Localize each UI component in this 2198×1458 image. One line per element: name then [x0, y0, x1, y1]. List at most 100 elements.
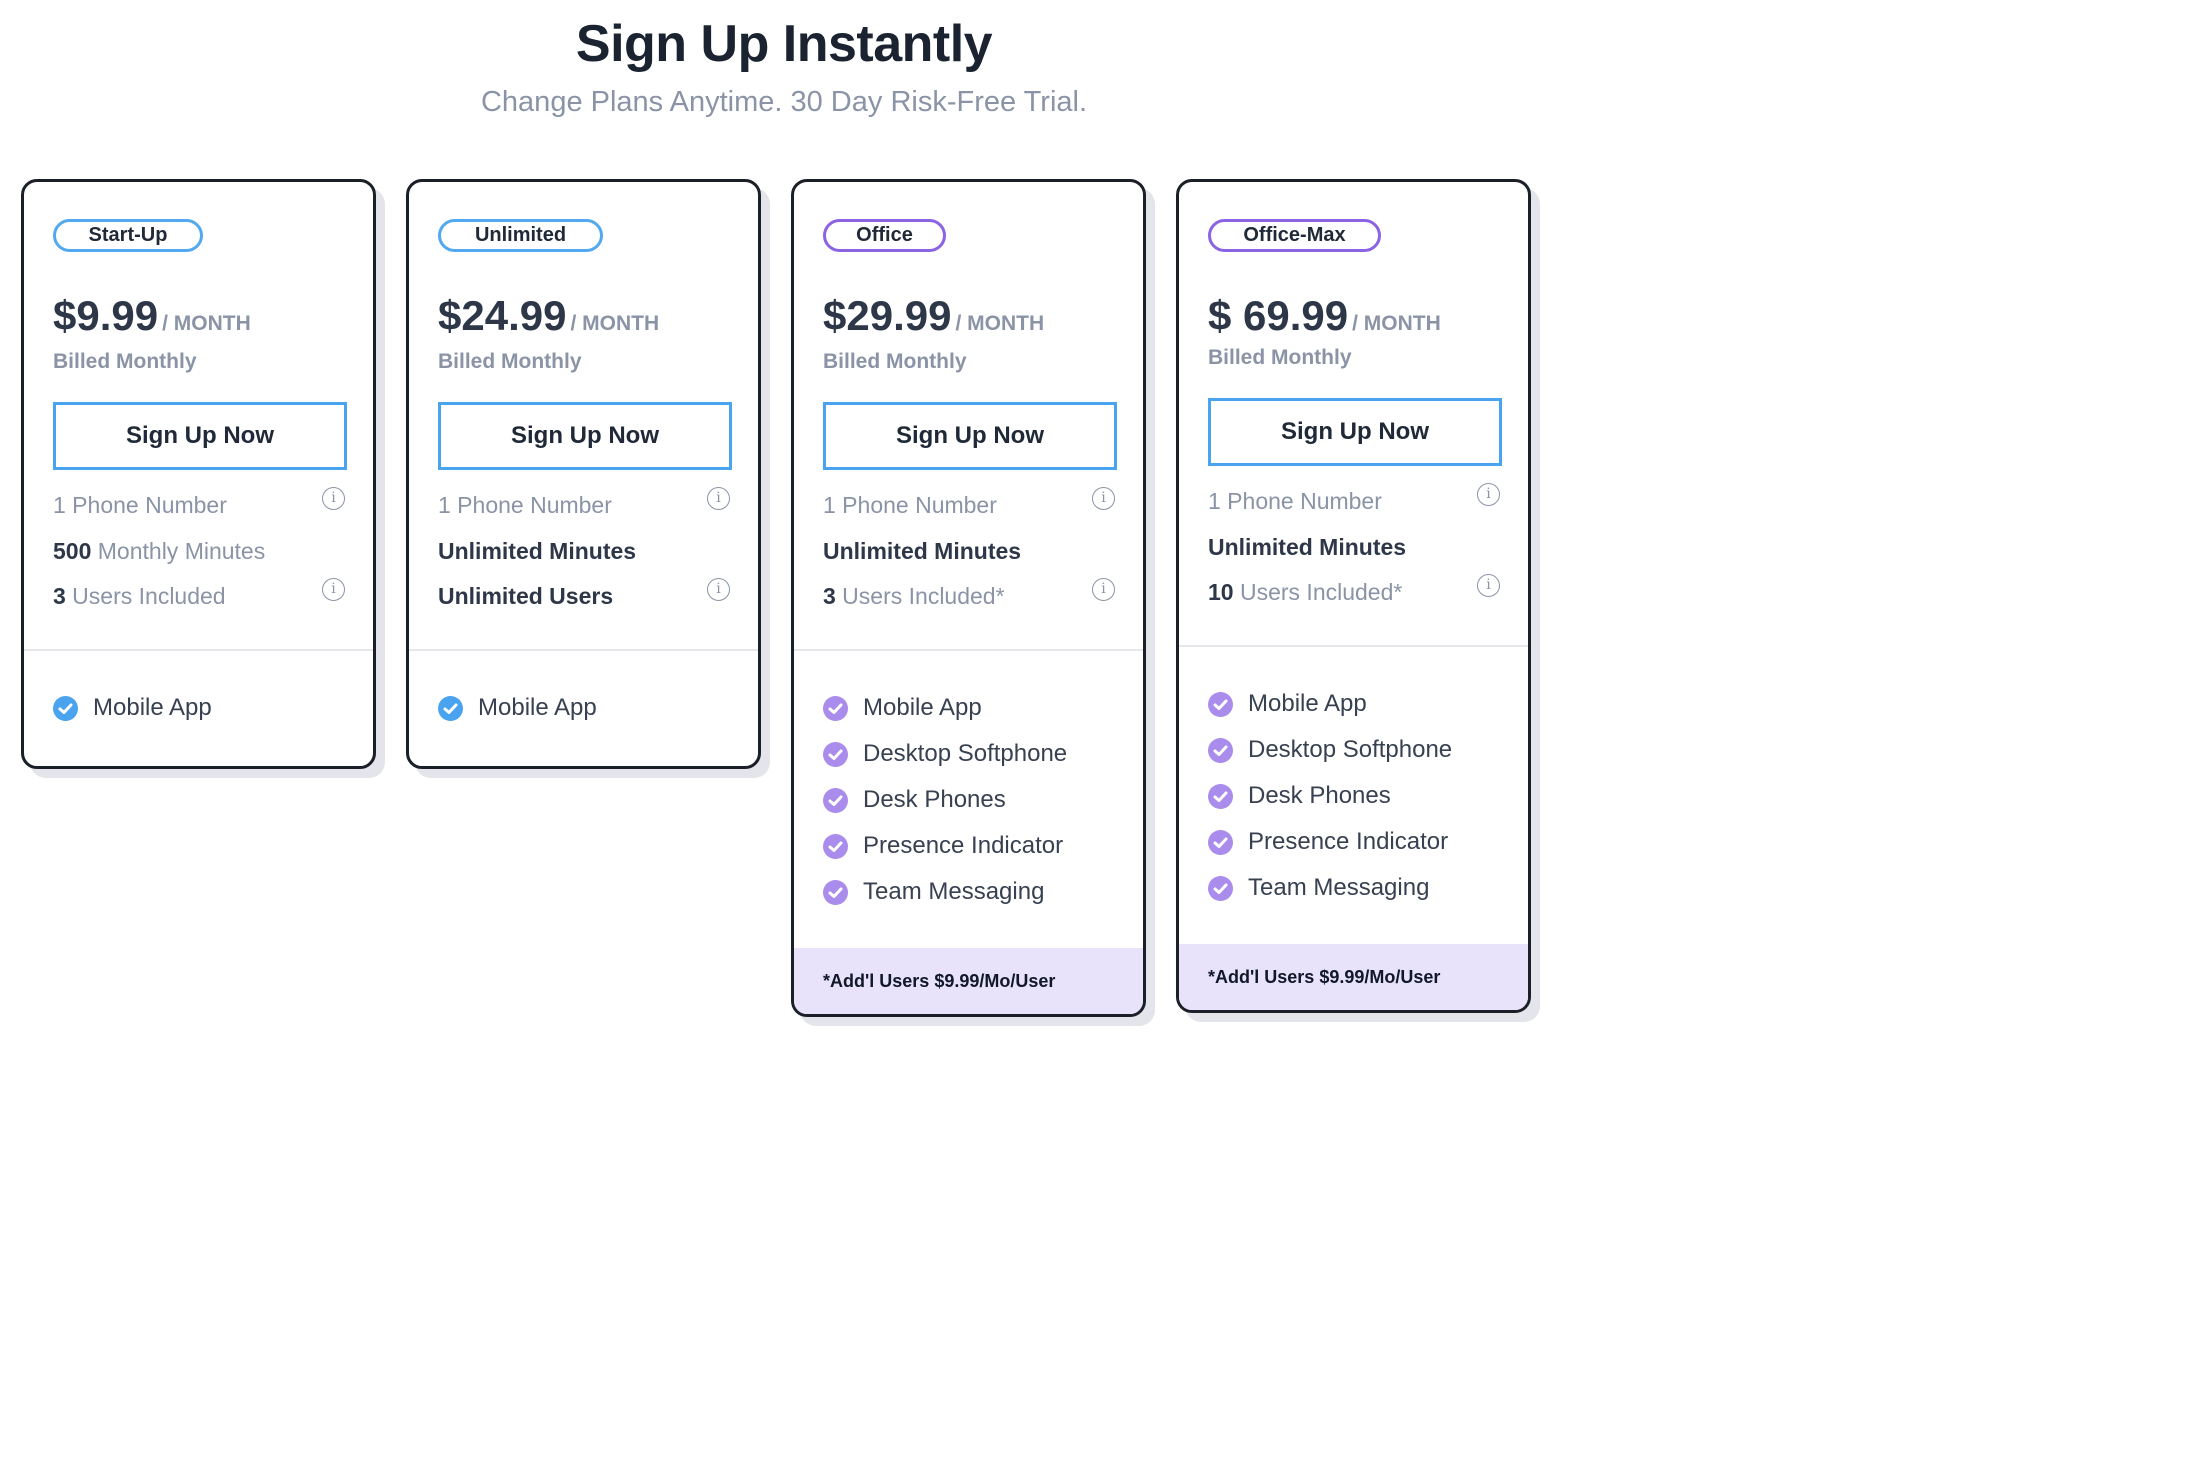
users-feature: Unlimited Users: [438, 583, 614, 609]
check-circle-icon: [1208, 783, 1233, 809]
minutes-value: 500: [53, 538, 92, 564]
minutes-feature: Unlimited Minutes: [1208, 534, 1407, 560]
feature-item: Desk Phones: [823, 777, 1067, 823]
info-icon[interactable]: i: [707, 578, 730, 601]
check-circle-icon: [1208, 691, 1233, 717]
users-feature: 3 Users Included*: [823, 583, 1005, 610]
users-feature: 10 Users Included*: [1208, 579, 1402, 606]
info-icon[interactable]: i: [322, 487, 345, 510]
minutes-feature: 500 Monthly Minutes: [53, 538, 265, 565]
feature-list: Mobile App: [438, 685, 597, 731]
price-row: $9.99/ MONTH: [53, 292, 251, 340]
page-subtitle: Change Plans Anytime. 30 Day Risk-Free T…: [480, 86, 1088, 118]
plan-price: $9.99: [53, 292, 159, 339]
feature-item: Team Messaging: [823, 869, 1067, 915]
phone-number-feature: 1 Phone Number: [438, 492, 612, 518]
users-label: Users Included*: [1233, 579, 1403, 605]
feature-label: Team Messaging: [863, 878, 1045, 905]
check-circle-icon: [1208, 875, 1233, 901]
price-period: / MONTH: [570, 312, 660, 335]
price-row: $24.99/ MONTH: [438, 292, 659, 340]
feature-list: Mobile App: [53, 685, 212, 731]
users-value: 10: [1208, 579, 1234, 605]
feature-list: Mobile App Desktop Softphone Desk Phones Pr…: [823, 685, 1067, 915]
feature-label: Desk Phones: [1248, 782, 1391, 809]
users-label: Users Included*: [835, 583, 1005, 609]
divider: [24, 649, 373, 651]
price-period: / MONTH: [162, 312, 251, 335]
check-circle-icon: [823, 833, 848, 859]
users-value: 3: [823, 583, 836, 609]
plan-price: $24.99: [438, 292, 567, 339]
plan-card-start-up: Start-Up $9.99/ MONTH Billed Monthly Sig…: [21, 179, 376, 769]
feature-item: Mobile App: [53, 685, 212, 731]
sign-up-button[interactable]: Sign Up Now: [438, 402, 732, 470]
plan-card-unlimited: Unlimited $24.99/ MONTH Billed Monthly S…: [406, 179, 761, 769]
plan-card-office: Office $29.99/ MONTH Billed Monthly Sign…: [791, 179, 1146, 1017]
divider: [1179, 645, 1528, 647]
minutes-feature: Unlimited Minutes: [438, 538, 637, 564]
users-label: Users Included: [65, 583, 226, 609]
check-circle-icon: [1208, 737, 1233, 763]
info-icon[interactable]: i: [1477, 574, 1500, 597]
info-icon[interactable]: i: [1092, 578, 1115, 601]
feature-item: Team Messaging: [1208, 865, 1452, 911]
billing-cycle: Billed Monthly: [53, 350, 197, 373]
plan-price: $29.99: [823, 292, 952, 339]
plan-badge: Office-Max: [1208, 219, 1381, 252]
feature-label: Team Messaging: [1248, 874, 1430, 901]
feature-item: Desktop Softphone: [823, 731, 1067, 777]
users-value: 3: [53, 583, 66, 609]
phone-number-feature: 1 Phone Number: [53, 492, 227, 518]
feature-list: Mobile App Desktop Softphone Desk Phones Pr…: [1208, 681, 1452, 911]
plan-badge: Start-Up: [53, 219, 203, 252]
feature-label: Presence Indicator: [863, 832, 1064, 859]
users-feature: 3 Users Included: [53, 583, 226, 610]
phone-number-feature: 1 Phone Number: [1208, 488, 1382, 514]
billing-cycle: Billed Monthly: [1208, 346, 1352, 369]
feature-item: Mobile App: [1208, 681, 1452, 727]
feature-item: Presence Indicator: [1208, 819, 1452, 865]
additional-users-note: *Add'l Users $9.99/Mo/User: [1179, 944, 1528, 1010]
price-period: / MONTH: [955, 312, 1045, 335]
feature-label: Desktop Softphone: [1248, 736, 1453, 763]
price-row: $29.99/ MONTH: [823, 292, 1044, 340]
billing-cycle: Billed Monthly: [438, 350, 582, 373]
info-icon[interactable]: i: [1092, 487, 1115, 510]
check-circle-icon: [823, 879, 848, 905]
feature-label: Mobile App: [93, 694, 212, 721]
plan-price: $ 69.99: [1208, 292, 1349, 339]
check-circle-icon: [823, 741, 848, 767]
feature-item: Presence Indicator: [823, 823, 1067, 869]
feature-label: Mobile App: [478, 694, 597, 721]
check-circle-icon: [823, 787, 848, 813]
plan-card-office-max: Office-Max $ 69.99/ MONTH Billed Monthly…: [1176, 179, 1531, 1013]
billing-cycle: Billed Monthly: [823, 350, 967, 373]
feature-label: Mobile App: [863, 694, 982, 721]
feature-item: Desktop Softphone: [1208, 727, 1452, 773]
price-period: / MONTH: [1352, 312, 1441, 335]
check-circle-icon: [53, 695, 78, 721]
phone-number-feature: 1 Phone Number: [823, 492, 997, 518]
sign-up-button[interactable]: Sign Up Now: [823, 402, 1117, 470]
info-icon[interactable]: i: [707, 487, 730, 510]
feature-label: Desk Phones: [863, 786, 1006, 813]
feature-label: Desktop Softphone: [863, 740, 1068, 767]
info-icon[interactable]: i: [1477, 483, 1500, 506]
check-circle-icon: [1208, 829, 1233, 855]
plan-badge: Unlimited: [438, 219, 603, 252]
check-circle-icon: [438, 695, 463, 721]
plan-badge: Office: [823, 219, 946, 252]
page-title: Sign Up Instantly: [575, 15, 993, 73]
price-row: $ 69.99/ MONTH: [1208, 292, 1441, 340]
check-circle-icon: [823, 695, 848, 721]
feature-item: Mobile App: [438, 685, 597, 731]
sign-up-button[interactable]: Sign Up Now: [53, 402, 347, 470]
feature-item: Desk Phones: [1208, 773, 1452, 819]
sign-up-button[interactable]: Sign Up Now: [1208, 398, 1502, 466]
feature-label: Presence Indicator: [1248, 828, 1449, 855]
feature-item: Mobile App: [823, 685, 1067, 731]
divider: [794, 649, 1143, 651]
info-icon[interactable]: i: [322, 578, 345, 601]
feature-label: Mobile App: [1248, 690, 1367, 717]
